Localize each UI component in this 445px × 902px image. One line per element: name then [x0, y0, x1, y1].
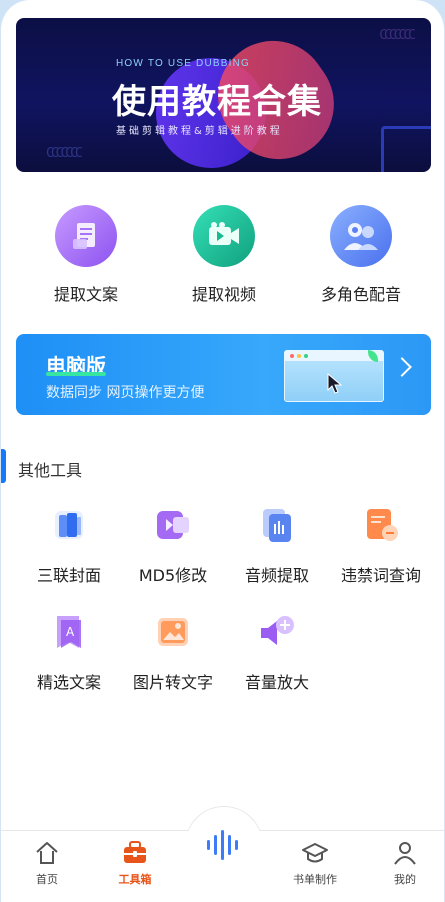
- tool-volume-amplify[interactable]: 音量放大: [223, 609, 331, 693]
- nav-home[interactable]: 首页: [7, 839, 87, 887]
- tool-label: 违禁词查询: [340, 566, 421, 585]
- tool-audio-extract[interactable]: 音频提取: [223, 502, 331, 586]
- graduation-cap-icon: [275, 839, 355, 867]
- pc-title-underline: [46, 372, 106, 376]
- nav-profile[interactable]: 我的: [365, 839, 444, 887]
- pc-description: 数据同步 网页操作更方便: [46, 385, 205, 401]
- nav-label: 书单制作: [293, 873, 337, 886]
- selected-copy-icon: A: [46, 609, 92, 655]
- tool-selected-copy[interactable]: A 精选文案: [15, 609, 123, 693]
- pc-version-banner[interactable]: 电脑版 数据同步 网页操作更方便: [16, 334, 431, 415]
- banner-circles-top: CCCCCCC: [379, 28, 416, 43]
- center-record-button[interactable]: [184, 806, 266, 891]
- banned-word-icon: [358, 502, 404, 548]
- tool-label: 音频提取: [244, 566, 309, 585]
- banner-circles-bottom: CCCCCCC: [46, 146, 83, 161]
- feature-extract-text[interactable]: 提取文案: [16, 205, 156, 305]
- tool-label: 图片转文字: [132, 673, 213, 692]
- voice-wave-icon: [207, 830, 238, 860]
- tool-triple-cover[interactable]: 三联封面: [15, 502, 123, 586]
- feature-label: 提取视频: [191, 285, 256, 304]
- tool-label: MD5修改: [138, 566, 208, 585]
- nav-label: 我的: [394, 873, 416, 886]
- nav-label: 工具箱: [118, 873, 152, 886]
- tool-label: 三联封面: [36, 566, 101, 585]
- app-screen: CCCCCCC CCCCCCC HOW TO USE DUBBING 使用教程合…: [0, 0, 445, 902]
- section-title: 其他工具: [18, 461, 83, 480]
- image-to-text-icon: [150, 609, 196, 655]
- feature-label: 提取文案: [53, 285, 118, 304]
- tool-md5-modify[interactable]: MD5修改: [119, 502, 227, 586]
- nav-booklist[interactable]: 书单制作: [275, 839, 355, 887]
- tutorial-banner[interactable]: CCCCCCC CCCCCCC HOW TO USE DUBBING 使用教程合…: [16, 18, 431, 172]
- home-icon: [7, 839, 87, 867]
- md5-icon: [150, 502, 196, 548]
- feature-extract-video[interactable]: 提取视频: [154, 205, 294, 305]
- tool-banned-word-check[interactable]: 违禁词查询: [327, 502, 435, 586]
- chevron-right-icon: [392, 357, 412, 377]
- banner-title: 使用教程合集: [112, 82, 322, 122]
- people-voice-icon: [330, 205, 392, 267]
- banner-subtitle: HOW TO USE DUBBING: [116, 58, 251, 69]
- tool-image-to-text[interactable]: 图片转文字: [119, 609, 227, 693]
- feature-row: 提取文案 提取视频 多角色配音: [16, 205, 431, 305]
- section-accent-bar: [1, 449, 6, 483]
- nav-toolbox[interactable]: 工具箱: [95, 839, 175, 887]
- tool-label: 音量放大: [244, 673, 309, 692]
- banner-description: 基础剪辑教程&剪辑进阶教程: [116, 126, 283, 137]
- feature-multi-role-dubbing[interactable]: 多角色配音: [291, 205, 431, 305]
- audio-extract-icon: [254, 502, 300, 548]
- video-camera-icon: [193, 205, 255, 267]
- svg-text:A: A: [66, 625, 75, 639]
- volume-up-icon: [254, 609, 300, 655]
- nav-label: 首页: [36, 873, 58, 886]
- user-icon: [365, 839, 444, 867]
- cursor-icon: [327, 373, 343, 394]
- cover-icon: [46, 502, 92, 548]
- document-icon: [55, 205, 117, 267]
- feature-label: 多角色配音: [320, 285, 401, 304]
- toolbox-icon: [95, 839, 175, 867]
- tool-label: 精选文案: [36, 673, 101, 692]
- banner-decoration: [381, 126, 431, 172]
